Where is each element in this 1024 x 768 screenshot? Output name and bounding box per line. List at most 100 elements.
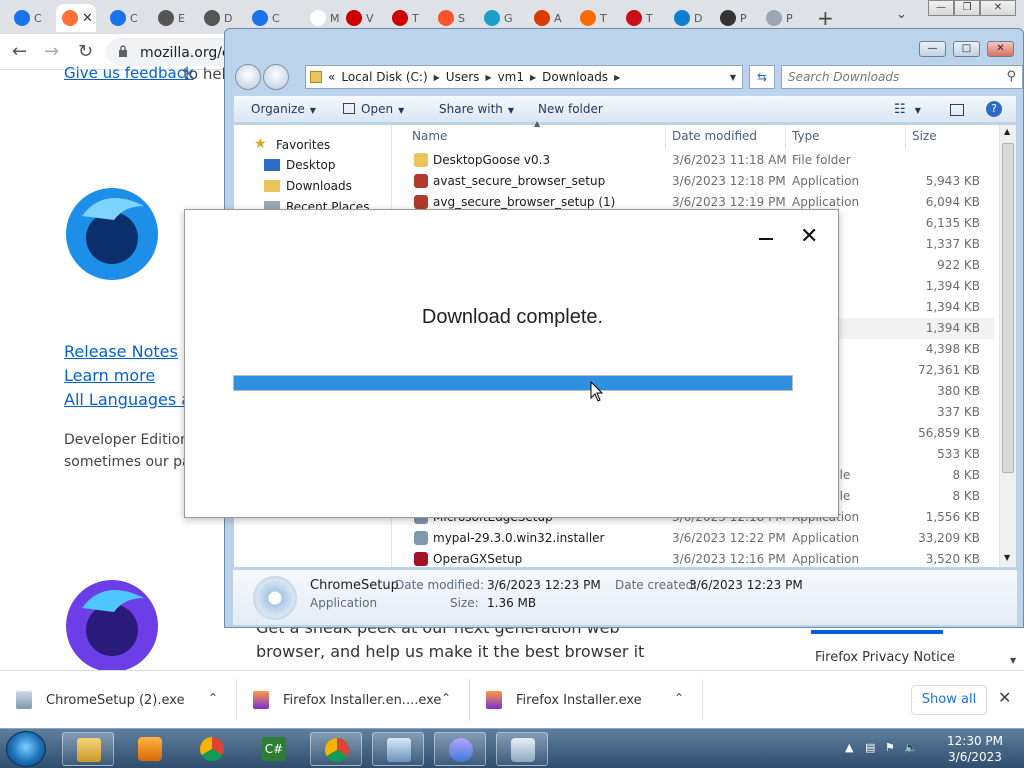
firefox-installer-icon [486, 691, 502, 709]
explorer-close-button[interactable]: ✕ [987, 41, 1014, 57]
minimize-button[interactable]: — [928, 0, 954, 16]
details-size-value: 1.36 MB [487, 596, 537, 610]
close-shelf-icon[interactable]: ✕ [998, 688, 1011, 707]
taskbar-media-player[interactable] [124, 732, 176, 766]
breadcrumb-overflow[interactable]: « [328, 70, 335, 84]
download-button-edge[interactable] [811, 630, 943, 634]
new-tab-button[interactable]: + [817, 6, 834, 30]
column-divider[interactable] [785, 125, 786, 149]
tab-search-chevron-icon[interactable]: ⌄ [896, 7, 907, 22]
column-divider[interactable] [665, 125, 666, 149]
taskbar-explorer[interactable] [62, 732, 114, 766]
installer-globe-icon [449, 738, 473, 762]
chevron-up-icon[interactable]: ⌃ [441, 691, 451, 705]
chevron-right-icon[interactable]: ▶ [530, 73, 536, 82]
action-center-icon[interactable]: ⚑ [885, 741, 895, 754]
learn-more-link[interactable]: Learn more [64, 366, 155, 385]
forward-arrow-icon[interactable]: → [44, 41, 59, 62]
file-size: 33,209 KB [918, 531, 980, 545]
browser-tab[interactable]: E [152, 4, 196, 32]
download-item-firefox-installer[interactable]: Firefox Installer.exe ⌃ [470, 679, 703, 721]
chevron-right-icon[interactable]: ▶ [485, 73, 491, 82]
back-forward-buttons [235, 64, 293, 90]
search-input[interactable]: Search Downloads ⚲ [781, 65, 1023, 89]
start-button[interactable] [6, 731, 46, 767]
reload-icon[interactable]: ↻ [78, 41, 93, 62]
download-item-firefox-installer-en[interactable]: Firefox Installer.en....exe ⌃ [237, 679, 470, 721]
tab-favicon-icon [158, 10, 174, 26]
explorer-maximize-button[interactable]: □ [953, 41, 980, 57]
column-header-type[interactable]: Type [792, 129, 820, 143]
chevron-right-icon[interactable]: ▶ [614, 73, 620, 82]
dialog-minimize-button[interactable] [759, 238, 773, 240]
column-header-name[interactable]: Name [412, 129, 447, 143]
nav-desktop[interactable]: Desktop [264, 158, 336, 172]
taskbar-csharp-app[interactable]: C# [248, 732, 300, 766]
browser-tab[interactable]: C [104, 4, 148, 32]
scrollbar-thumb[interactable] [1002, 143, 1014, 473]
network-icon[interactable]: ▤ [865, 741, 875, 754]
breadcrumb[interactable]: « Local Disk (C:) ▶ Users ▶ vm1 ▶ Downlo… [305, 65, 743, 89]
new-folder-button[interactable]: New folder [538, 102, 603, 116]
file-row[interactable]: OperaGXSetup 3/6/2023 12:16 PM Application… [394, 549, 994, 570]
file-row[interactable]: avast_secure_browser_setup 3/6/2023 12:18… [394, 171, 994, 192]
view-options-icon[interactable]: ☷ ▼ [894, 102, 921, 117]
explorer-back-icon[interactable] [235, 64, 261, 90]
feedback-link[interactable]: Give us feedback [64, 64, 194, 82]
breadcrumb-users[interactable]: Users [446, 70, 480, 84]
taskbar-control-panel[interactable] [372, 732, 424, 766]
preview-pane-icon[interactable] [950, 104, 964, 116]
page-scroll-down-icon[interactable]: ▼ [1010, 656, 1016, 665]
file-type: Application [792, 552, 860, 566]
show-all-button[interactable]: Show all [911, 685, 987, 715]
explorer-minimize-button[interactable]: — [919, 41, 946, 57]
system-clock[interactable]: 12:30 PM 3/6/2023 [940, 733, 1010, 765]
breadcrumb-local-disk[interactable]: Local Disk (C:) [341, 70, 427, 84]
chevron-up-icon[interactable]: ⌃ [208, 691, 218, 705]
tab-close-icon[interactable]: ✕ [82, 11, 93, 26]
scroll-up-icon[interactable]: ▲ [1004, 127, 1010, 136]
column-header-size[interactable]: Size [912, 129, 937, 143]
maximize-button[interactable]: ❐ [954, 0, 980, 16]
taskbar-chrome[interactable] [186, 732, 238, 766]
taskbar-setup[interactable] [496, 732, 548, 766]
share-with-button[interactable]: Share with ▼ [439, 102, 514, 116]
back-arrow-icon[interactable]: ← [12, 41, 27, 62]
chevron-down-icon[interactable]: ▼ [730, 73, 736, 82]
dialog-close-button[interactable]: ✕ [800, 226, 818, 248]
file-row[interactable]: mypal-29.3.0.win32.installer 3/6/2023 12:… [394, 528, 994, 549]
refresh-icon[interactable]: ⇆ [749, 65, 775, 89]
column-header-date[interactable]: Date modified [672, 129, 757, 143]
file-size: 6,094 KB [925, 195, 980, 209]
application-icon [414, 174, 428, 188]
scroll-down-icon[interactable]: ▼ [1004, 553, 1010, 562]
nav-favorites[interactable]: ★ Favorites [254, 137, 330, 153]
open-button[interactable]: Open ▼ [343, 102, 404, 116]
explorer-scrollbar[interactable]: ▲ ▼ [999, 125, 1016, 567]
file-row[interactable]: DesktopGoose v0.3 3/6/2023 11:18 AM File f… [394, 150, 994, 171]
chevron-up-icon[interactable]: ⌃ [674, 691, 684, 705]
release-notes-link[interactable]: Release Notes [64, 342, 178, 361]
volume-icon[interactable]: 🔈 [904, 741, 918, 754]
column-divider[interactable] [905, 125, 906, 149]
organize-button[interactable]: Organize ▼ [251, 102, 316, 116]
file-date: 3/6/2023 12:19 PM [672, 195, 786, 209]
taskbar-installer[interactable] [434, 732, 486, 766]
taskbar-chrome-active[interactable] [310, 732, 362, 766]
tray-expand-icon[interactable]: ▲ [845, 741, 853, 754]
chevron-right-icon[interactable]: ▶ [434, 73, 440, 82]
explorer-forward-icon[interactable] [263, 64, 289, 90]
all-languages-link[interactable]: All Languages a [64, 390, 191, 409]
nav-downloads[interactable]: Downloads [264, 179, 352, 193]
browser-tab[interactable]: ✕ [56, 4, 96, 32]
help-icon[interactable]: ? [986, 101, 1002, 117]
file-type: Application [792, 195, 860, 209]
tab-title: P [740, 11, 747, 25]
close-button[interactable]: ✕ [980, 0, 1016, 16]
privacy-notice-link[interactable]: Firefox Privacy Notice [815, 650, 955, 665]
breadcrumb-downloads[interactable]: Downloads [542, 70, 608, 84]
browser-tab[interactable]: C [8, 4, 52, 32]
breadcrumb-vm1[interactable]: vm1 [498, 70, 524, 84]
clock-date: 3/6/2023 [948, 750, 1002, 764]
download-item-chromesetup[interactable]: ChromeSetup (2).exe ⌃ [0, 679, 237, 721]
